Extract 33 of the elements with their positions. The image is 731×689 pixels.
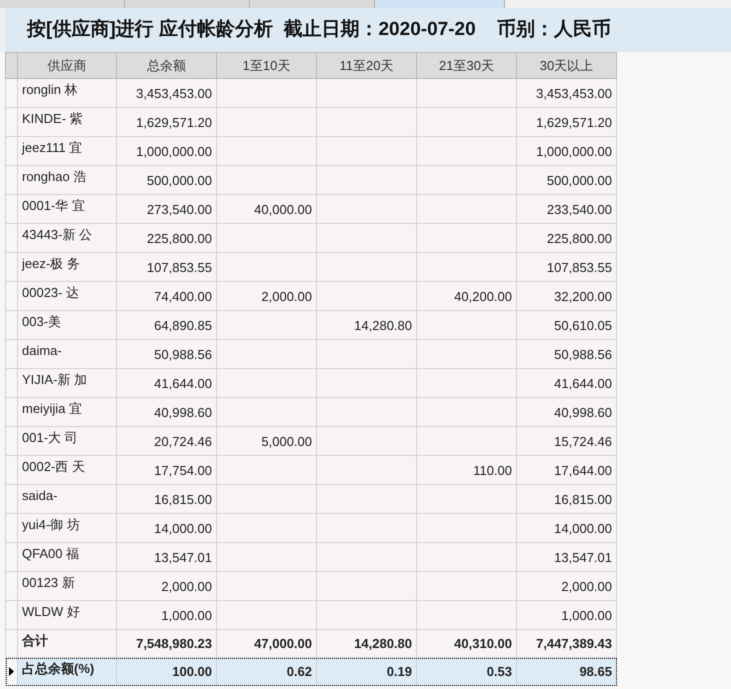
table-row[interactable]: 0001-华 宜 273,540.00 40,000.00 233,540.00 <box>6 194 616 224</box>
table-row[interactable]: 合计 7,548,980.23 47,000.00 14,280.80 40,310.00 7,447,389.43 <box>6 630 616 658</box>
table-row[interactable]: jeez111 宜 1,000,000.00 1,000,000.00 <box>6 136 616 166</box>
table-row[interactable]: 占总余额(%) 100.00 0.62 0.19 0.53 98.65 <box>6 658 616 686</box>
table-row[interactable]: 00123 新 2,000.00 2,000.00 <box>6 572 616 600</box>
table-row[interactable]: 001-大 司 20,724.46 5,000.00 15,724.46 <box>6 426 616 456</box>
current-row-icon <box>9 667 14 676</box>
table-row[interactable]: ronghao 浩 500,000.00 500,000.00 <box>6 166 616 194</box>
table-row[interactable]: daima- 50,988.56 50,988.56 <box>6 340 616 368</box>
tab[interactable] <box>125 0 250 8</box>
table-row[interactable]: meiyijia 宜 40,998.60 40,998.60 <box>6 398 616 426</box>
table-row[interactable]: KINDE- 紫 1,629,571.20 1,629,571.20 <box>6 108 616 136</box>
table-row[interactable]: 00023- 达 74,400.00 2,000.00 40,200.00 32,200.00 <box>6 282 616 310</box>
table-cell: 98.65 <box>516 658 616 686</box>
table-cell: 0.53 <box>416 658 516 686</box>
table-row[interactable]: yui4-御 坊 14,000.00 14,000.00 <box>6 514 616 542</box>
tab[interactable] <box>0 0 125 8</box>
table-cell: 100.00 <box>116 658 216 686</box>
table-row[interactable]: 0002-西 天 17,754.00 110.00 17,644.00 <box>6 456 616 484</box>
table-row[interactable]: saida- 16,815.00 16,815.00 <box>6 484 616 514</box>
tab[interactable] <box>375 0 505 8</box>
tab[interactable] <box>250 0 375 8</box>
table-row[interactable]: WLDW 好 1,000.00 1,000.00 <box>6 600 616 630</box>
table-cell: 占总余额(%) <box>18 658 116 686</box>
table-row[interactable]: 003-美 64,890.85 14,280.80 50,610.05 <box>6 310 616 340</box>
table-row[interactable]: jeez-极 务 107,853.55 107,853.55 <box>6 252 616 282</box>
table-row[interactable]: ronglin 林 3,453,453.00 3,453,453.00 <box>6 78 616 108</box>
table-row[interactable]: YIJIA-新 加 41,644.00 41,644.00 <box>6 368 616 398</box>
table-cell: 0.62 <box>216 658 316 686</box>
table-row[interactable]: 43443-新 公 225,800.00 225,800.00 <box>6 224 616 252</box>
table-row[interactable]: QFA00 福 13,547.01 13,547.01 <box>6 542 616 572</box>
report-title: 按[供应商]进行 应付帐龄分析 截止日期：2020-07-20 币别：人民币 <box>27 18 611 42</box>
table-cell: 0.19 <box>316 658 416 686</box>
